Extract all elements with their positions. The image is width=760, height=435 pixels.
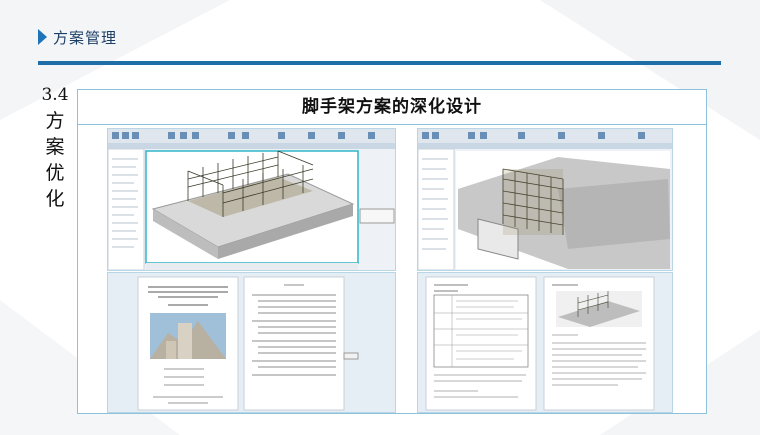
section-char-2: 案 (45, 136, 65, 158)
header-arrow-icon (38, 29, 47, 45)
scaffold-plan-document-pages (417, 272, 673, 413)
header-rule (38, 61, 721, 65)
section-char-3: 优 (45, 162, 65, 184)
panel-title: 脚手架方案的深化设计 (78, 90, 706, 125)
section-char-1: 方 (45, 110, 65, 132)
section-label: 3.4 方 案 优 化 (38, 82, 72, 212)
scaffold-plan-document-cover (107, 272, 396, 413)
header-title: 方案管理 (53, 29, 118, 47)
section-number: 3.4 (41, 85, 69, 105)
slide-header: 方案管理 (0, 0, 760, 70)
content-panel: 脚手架方案的深化设计 (77, 89, 707, 414)
section-char-4: 化 (45, 188, 65, 210)
revit-scaffold-model-1 (107, 128, 396, 271)
revit-scaffold-model-2 (417, 128, 673, 271)
